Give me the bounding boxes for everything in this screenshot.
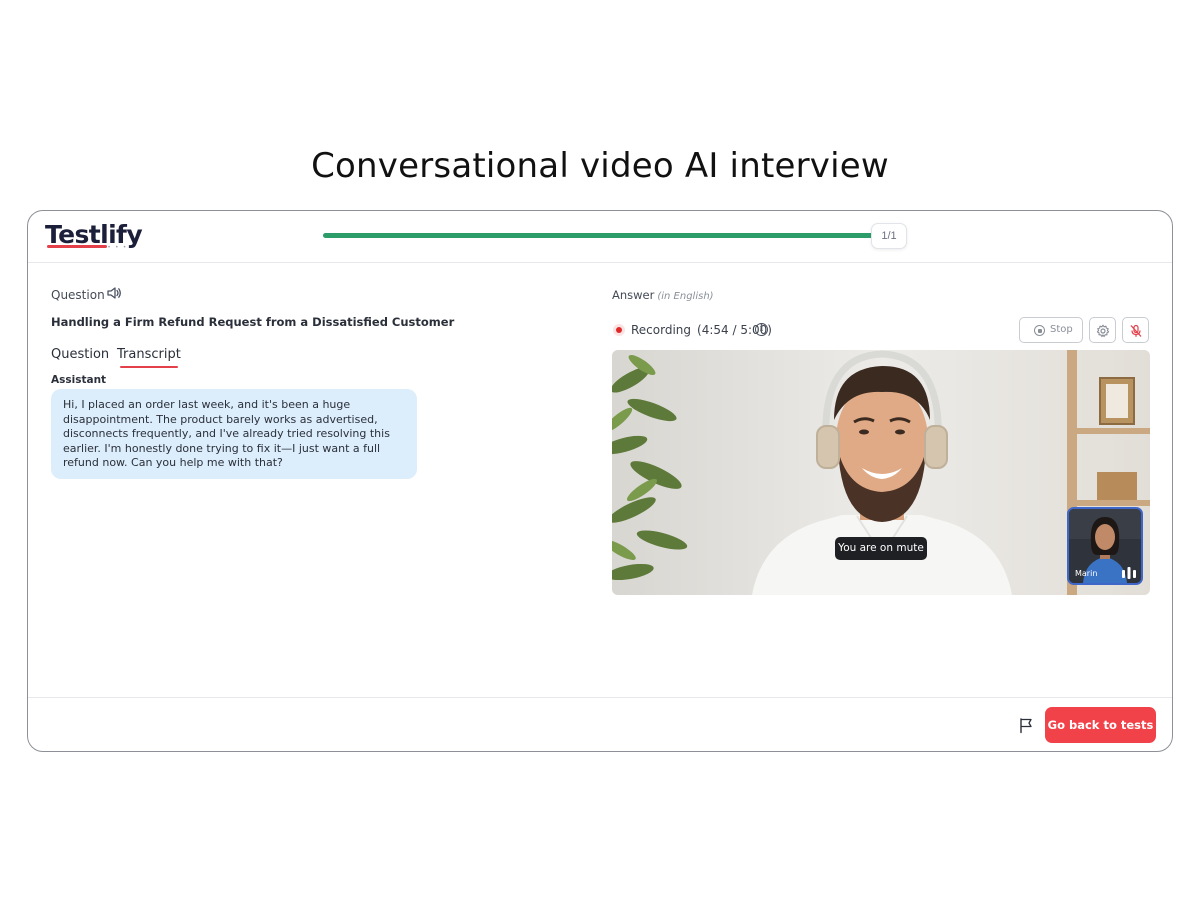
logo-dots: • • •: [108, 245, 128, 251]
logo-underline: [47, 245, 107, 248]
question-label: Question: [51, 288, 105, 302]
recording-indicator-icon: [613, 324, 625, 336]
interviewer-pip-video: Marin: [1067, 507, 1143, 585]
stop-icon: [1034, 325, 1045, 336]
app-window: Testlify • • • 1/1 Question Handling a F…: [27, 210, 1173, 752]
progress-bar-fill: [323, 233, 873, 238]
answer-title: Answer: [612, 288, 655, 302]
tab-question[interactable]: Question: [51, 347, 109, 362]
speaker-icon[interactable]: [106, 285, 122, 301]
answer-label: Answer (in English): [612, 288, 714, 302]
stop-recording-button[interactable]: Stop: [1019, 317, 1083, 343]
question-title: Handling a Firm Refund Request from a Di…: [51, 315, 455, 329]
info-icon[interactable]: i: [755, 323, 768, 336]
top-bar: Testlify • • • 1/1: [28, 211, 1172, 263]
answer-language-hint: (in English): [657, 291, 714, 302]
transcript-speaker: Assistant: [51, 374, 107, 386]
interviewer-name: Marin: [1075, 569, 1098, 578]
mute-notice: You are on mute: [835, 537, 927, 560]
flag-icon[interactable]: [1018, 717, 1034, 734]
progress-bar: [323, 233, 873, 238]
recording-status: Recording (4:54 / 5:00): [631, 323, 772, 337]
footer-bar: Go back to tests: [28, 697, 1172, 751]
settings-gear-icon: [1096, 324, 1110, 338]
mic-toggle-button[interactable]: [1122, 317, 1149, 343]
candidate-video: You are on mute Marin: [612, 350, 1150, 595]
assistant-message-bubble: Hi, I placed an order last week, and it'…: [51, 389, 417, 479]
page-heading: Conversational video AI interview: [311, 146, 889, 186]
go-back-to-tests-button[interactable]: Go back to tests: [1045, 707, 1156, 743]
tab-transcript[interactable]: Transcript: [117, 347, 181, 368]
settings-button[interactable]: [1089, 317, 1116, 343]
stop-label: Stop: [1050, 324, 1073, 335]
mic-muted-icon: [1130, 324, 1142, 337]
progress-count: 1/1: [871, 223, 907, 249]
recording-label: Recording: [631, 323, 692, 337]
audio-level-icon: [1122, 567, 1136, 579]
